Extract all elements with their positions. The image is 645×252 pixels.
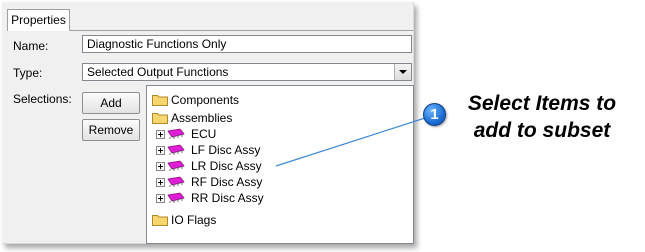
chip-icon bbox=[167, 128, 185, 139]
expand-icon[interactable] bbox=[156, 162, 165, 171]
chip-icon bbox=[167, 192, 185, 203]
chip-icon bbox=[167, 144, 185, 155]
name-label: Name: bbox=[13, 39, 49, 53]
folder-icon bbox=[152, 95, 168, 106]
type-select-value: Selected Output Functions bbox=[87, 65, 229, 79]
tree-item[interactable]: LF Disc Assy bbox=[191, 142, 260, 158]
tree-item[interactable]: RF Disc Assy bbox=[191, 174, 262, 190]
expand-icon[interactable] bbox=[156, 130, 165, 139]
tree-item[interactable]: LR Disc Assy bbox=[191, 158, 262, 174]
chip-icon bbox=[167, 160, 185, 171]
callout-text: Select Items to add to subset bbox=[442, 90, 642, 144]
remove-button[interactable]: Remove bbox=[82, 119, 140, 141]
tree-node-components[interactable]: Components bbox=[171, 92, 239, 108]
chevron-down-icon[interactable] bbox=[394, 64, 411, 80]
type-select[interactable]: Selected Output Functions bbox=[82, 63, 412, 81]
name-input[interactable]: Diagnostic Functions Only bbox=[82, 35, 412, 53]
tab-divider bbox=[70, 30, 413, 31]
tab-properties[interactable]: Properties bbox=[7, 9, 70, 31]
expand-icon[interactable] bbox=[156, 194, 165, 203]
folder-open-icon bbox=[152, 113, 168, 124]
chip-icon bbox=[167, 176, 185, 187]
add-button[interactable]: Add bbox=[82, 92, 140, 114]
type-label: Type: bbox=[13, 66, 43, 80]
callout-line-1: Select Items to bbox=[467, 92, 617, 115]
callout-line-2: add to subset bbox=[473, 119, 611, 142]
folder-icon bbox=[152, 215, 168, 226]
tree-item[interactable]: RR Disc Assy bbox=[191, 190, 264, 206]
tree-item[interactable]: ECU bbox=[191, 126, 216, 142]
tree-node-io-flags[interactable]: IO Flags bbox=[171, 212, 216, 228]
tree-node-assemblies[interactable]: Assemblies bbox=[171, 110, 232, 126]
selection-tree[interactable]: Components Assemblies ECU LF Disc Assy L… bbox=[146, 85, 414, 244]
expand-icon[interactable] bbox=[156, 146, 165, 155]
selections-label: Selections: bbox=[13, 92, 72, 106]
expand-icon[interactable] bbox=[156, 178, 165, 187]
